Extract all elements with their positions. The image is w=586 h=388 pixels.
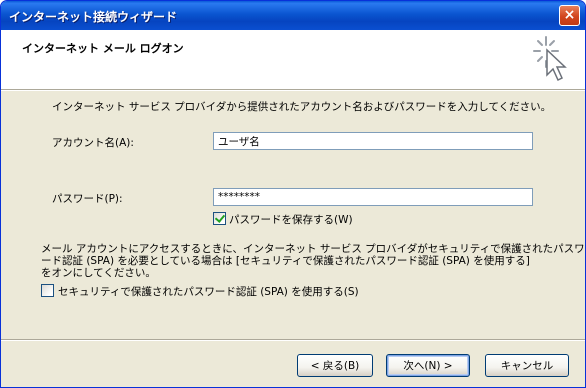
save-password-label[interactable]: パスワードを保存する(W) (229, 212, 353, 227)
close-button[interactable]: × (559, 5, 580, 26)
password-input[interactable] (213, 188, 533, 206)
close-icon: × (563, 7, 576, 23)
footer-divider (1, 339, 585, 341)
account-name-input[interactable] (213, 132, 533, 150)
spa-note-line3: をオンにしてください。 (41, 267, 156, 279)
cancel-button[interactable]: キャンセル (485, 354, 569, 377)
spa-checkbox[interactable] (41, 284, 54, 297)
window-title: インターネット接続ウィザード (9, 10, 178, 24)
wizard-header: インターネット メール ログオン (1, 30, 585, 89)
intro-text: インターネット サービス プロバイダから提供されたアカウント名およびパスワードを… (52, 101, 552, 113)
next-button[interactable]: 次へ(N) > (386, 354, 470, 377)
spa-label[interactable]: セキュリティで保護されたパスワード認証 (SPA) を使用する(S) (58, 284, 359, 299)
title-bar[interactable]: インターネット接続ウィザード × (1, 1, 585, 30)
wizard-window: インターネット接続ウィザード × インターネット メール ログオン インターネッ… (0, 0, 586, 388)
save-password-checkbox[interactable] (213, 212, 226, 225)
page-title: インターネット メール ログオン (22, 42, 184, 55)
wizard-wand-icon (533, 36, 567, 82)
header-divider (1, 89, 585, 91)
back-button[interactable]: < 戻る(B) (297, 354, 373, 377)
password-label: パスワード(P): (52, 193, 123, 205)
account-name-label: アカウント名(A): (52, 137, 134, 149)
